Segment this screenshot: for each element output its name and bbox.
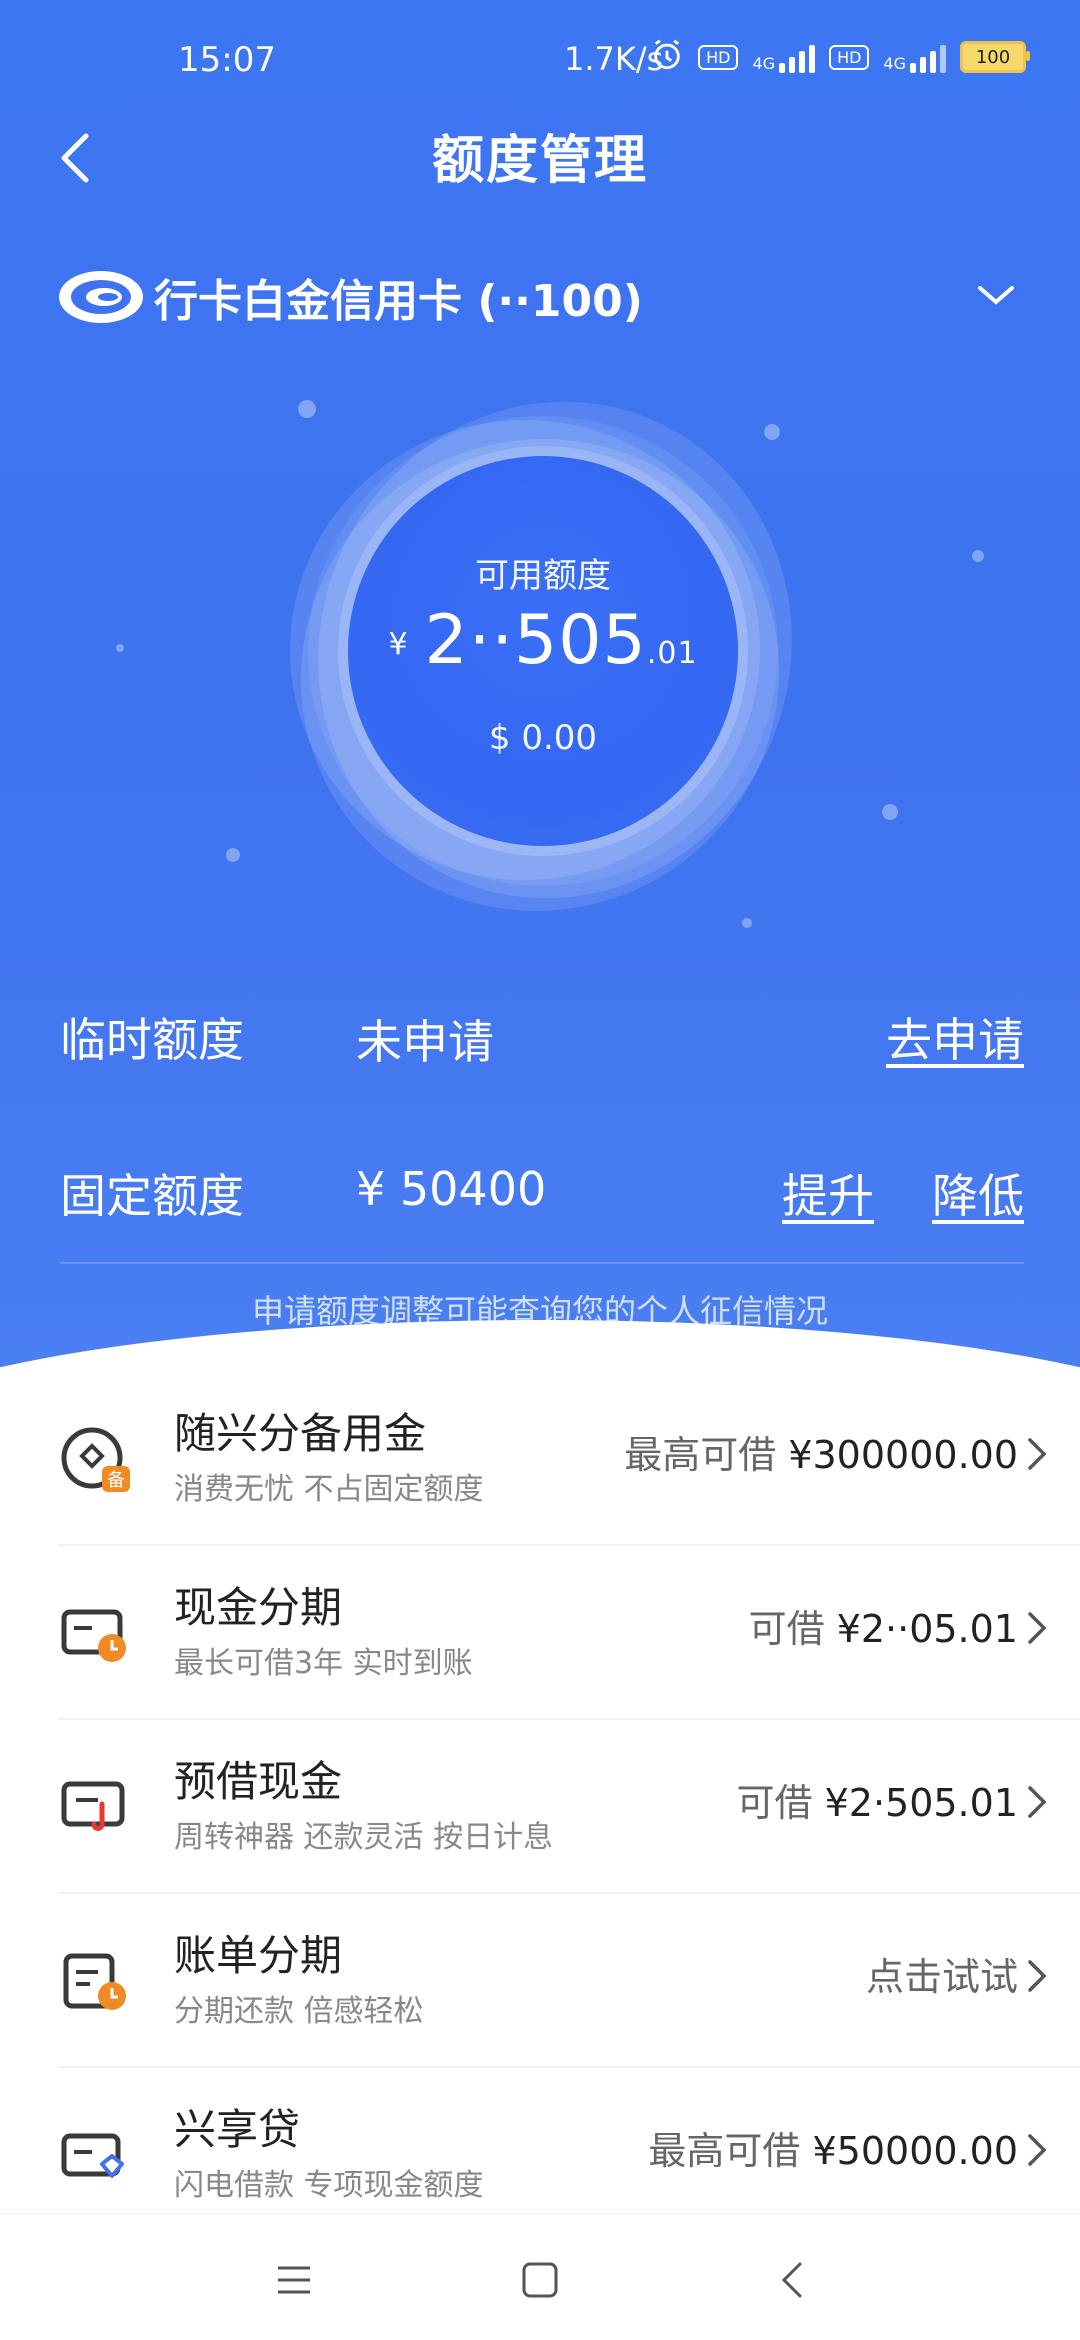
item-right-text: 可借 ¥2·505.01: [736, 1781, 1018, 1825]
item-subtitle: 闪电借款 专项现金额度: [174, 2168, 484, 2203]
hd-badge: HD: [698, 44, 739, 70]
card-selector[interactable]: 行卡白金信用卡 (··100): [56, 262, 1026, 332]
item-right-text: 最高可借 ¥50000.00: [648, 2129, 1018, 2173]
item-title: 预借现金: [174, 1757, 343, 1806]
card-name: 行卡白金信用卡 (··100): [154, 276, 643, 327]
available-usd: $ 0.00: [488, 718, 598, 758]
title-bar: 额度管理: [0, 108, 1080, 208]
product-list: 备 随兴分备用金 消费无忧 不占固定额度 最高可借 ¥300000.00 现金分…: [0, 1372, 1080, 2242]
back-nav-button[interactable]: [770, 2256, 818, 2304]
divider: [60, 1262, 1024, 1264]
loan-icon: [58, 2118, 134, 2194]
chevron-right-icon: [1024, 1782, 1050, 1822]
list-item-cash-installment[interactable]: 现金分期 最长可借3年 实时到账 可借 ¥2··05.01: [58, 1546, 1080, 1720]
hero-section: 15:07 1.7K/s HD 4G HD 4G 100 额度管理 行卡白金信用…: [0, 0, 1080, 1370]
hd-badge-2: HD: [829, 44, 870, 70]
list-item-bill-installment[interactable]: 账单分期 分期还款 倍感轻松 点击试试: [58, 1894, 1080, 2068]
network-speed: 1.7K/s: [564, 40, 664, 78]
fixed-limit-row: 固定额度 ¥ 50400 提升 降低: [60, 1150, 1024, 1230]
decor-dot: [882, 804, 898, 820]
bank-logo-icon: [56, 267, 146, 327]
bill-installment-icon: [58, 1944, 134, 2020]
alarm-icon: [650, 38, 684, 76]
status-time: 15:07: [178, 40, 276, 80]
cash-advance-icon: [58, 1770, 134, 1846]
available-limit-circle: 可用额度 ¥2··505.01 $ 0.00: [223, 334, 862, 990]
available-limit-core: 可用额度 ¥2··505.01 $ 0.00: [348, 456, 738, 846]
decor-dot: [116, 644, 124, 652]
item-right-text: 可借 ¥2··05.01: [748, 1607, 1018, 1651]
available-label: 可用额度: [475, 556, 611, 596]
status-icons: HD 4G HD 4G 100: [650, 38, 1030, 76]
list-item-cash-advance[interactable]: 预借现金 周转神器 还款灵活 按日计息 可借 ¥2·505.01: [58, 1720, 1080, 1894]
item-right-text: 点击试试: [865, 1955, 1018, 1999]
menu-button[interactable]: [270, 2256, 318, 2304]
chevron-down-icon: [976, 280, 1016, 310]
cash-installment-icon: [58, 1596, 134, 1672]
signal-icon-2: 4G: [883, 41, 946, 73]
page-title: 额度管理: [431, 131, 648, 191]
status-bar: 15:07 1.7K/s HD 4G HD 4G 100: [0, 0, 1080, 120]
chevron-right-icon: [1024, 1434, 1050, 1474]
decor-dot: [972, 550, 984, 562]
lower-limit-link[interactable]: 降低: [932, 1160, 1024, 1226]
back-triangle-icon: [781, 2262, 802, 2298]
credit-limit-page: 15:07 1.7K/s HD 4G HD 4G 100 额度管理 行卡白金信用…: [0, 0, 1080, 2340]
item-subtitle: 最长可借3年 实时到账: [174, 1646, 473, 1681]
battery-icon: 100: [960, 41, 1030, 73]
item-subtitle: 消费无忧 不占固定额度: [174, 1472, 484, 1507]
item-title: 现金分期: [174, 1583, 343, 1632]
chevron-right-icon: [1024, 1608, 1050, 1648]
home-square-icon: [522, 2262, 558, 2298]
temporary-limit-value: 未申请: [356, 1015, 494, 1069]
svg-text:备: 备: [107, 1470, 125, 1491]
raise-limit-link[interactable]: 提升: [782, 1160, 874, 1226]
chevron-right-icon: [1024, 2130, 1050, 2170]
temporary-limit-row: 临时额度 未申请 去申请: [60, 994, 1024, 1074]
available-amount: ¥2··505.01: [388, 601, 698, 680]
credit-check-hint: 申请额度调整可能查询您的个人征信情况: [251, 1292, 828, 1330]
menu-icon: [278, 2266, 310, 2294]
fixed-limit-label: 固定额度: [60, 1169, 244, 1223]
item-title: 随兴分备用金: [174, 1409, 427, 1458]
signal-icon: 4G: [752, 41, 816, 73]
chevron-right-icon: [1024, 1956, 1050, 1996]
decor-dot: [226, 848, 240, 862]
home-button[interactable]: [516, 2256, 564, 2304]
list-item-standby-fund[interactable]: 备 随兴分备用金 消费无忧 不占固定额度 最高可借 ¥300000.00: [58, 1372, 1080, 1546]
fixed-limit-value: ¥ 50400: [356, 1162, 547, 1216]
item-title: 兴享贷: [174, 2105, 301, 2154]
temporary-limit-label: 临时额度: [60, 1013, 244, 1067]
item-subtitle: 分期还款 倍感轻松: [174, 1994, 424, 2029]
item-subtitle: 周转神器 还款灵活 按日计息: [174, 1820, 554, 1855]
apply-temp-limit-link[interactable]: 去申请: [886, 1004, 1024, 1070]
item-title: 账单分期: [174, 1931, 343, 1980]
system-navigation-bar: [0, 2213, 1080, 2340]
item-right-text: 最高可借 ¥300000.00: [624, 1433, 1018, 1477]
standby-fund-icon: 备: [58, 1422, 134, 1498]
